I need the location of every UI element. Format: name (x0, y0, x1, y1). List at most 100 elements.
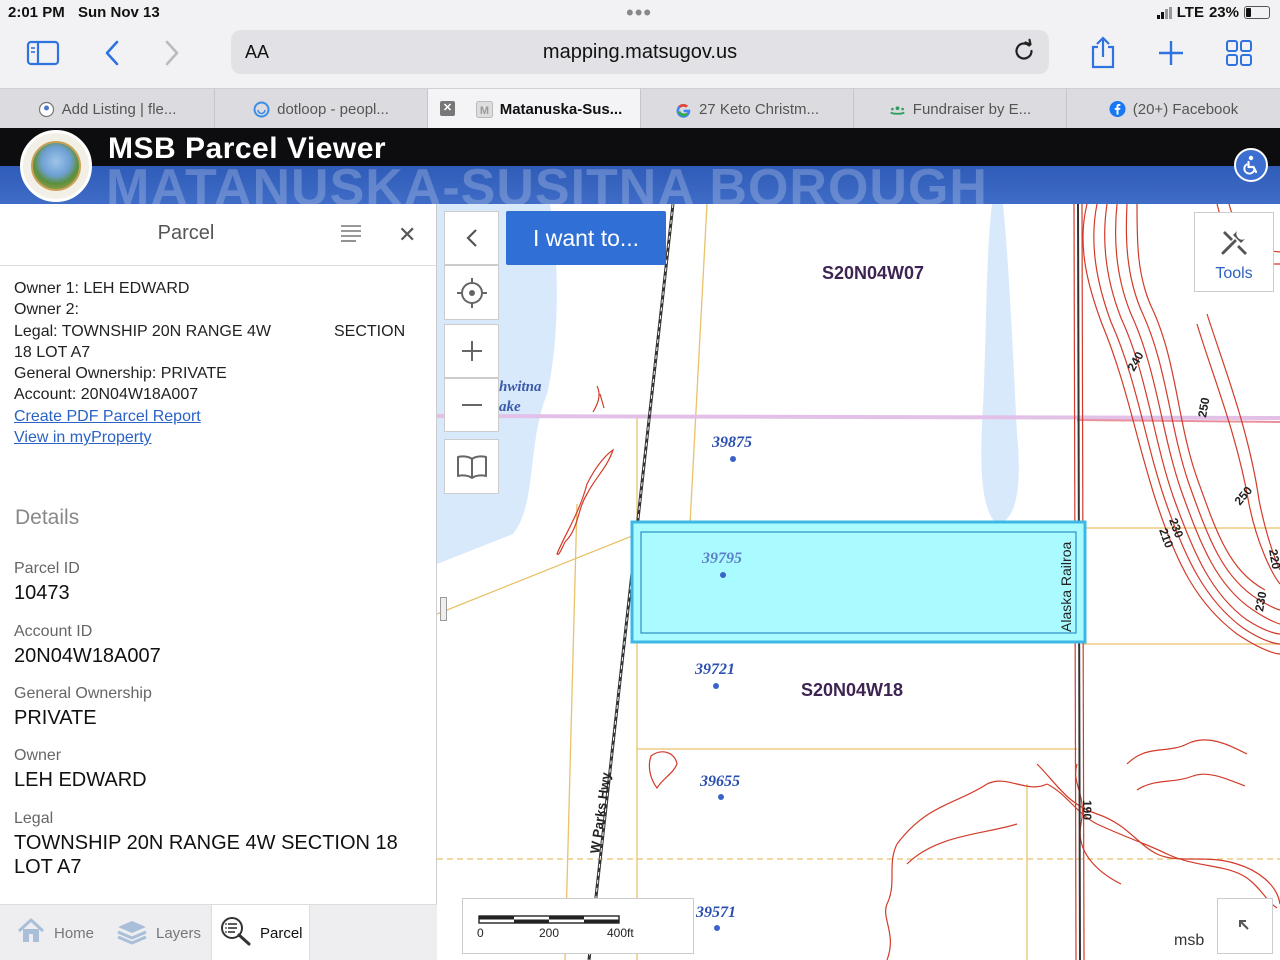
view-myproperty-link[interactable]: View in myProperty (14, 429, 152, 446)
locate-button[interactable] (444, 265, 499, 320)
nav-parcel[interactable]: Parcel (211, 905, 310, 960)
close-tab-icon[interactable]: ✕ (440, 101, 455, 116)
map-canvas[interactable]: 39875 39795 39721 39655 39571 hwitna ake… (437, 204, 1280, 960)
parcel-label[interactable]: 39875 (711, 434, 752, 451)
detail-label: Parcel ID (14, 560, 80, 577)
reload-icon[interactable] (1011, 38, 1037, 69)
collapse-panel-button[interactable] (444, 211, 499, 265)
url-text: mapping.matsugov.us (542, 41, 738, 63)
lake-east (981, 204, 1019, 524)
detail-value: 20N04W18A007 (14, 645, 161, 667)
overview-map-button[interactable] (1217, 898, 1273, 954)
i-want-to-button[interactable]: I want to... (506, 211, 666, 265)
battery-level (1246, 8, 1251, 17)
detail-legal: Legal TOWNSHIP 20N RANGE 4W SECTION 18 L… (14, 810, 414, 879)
expand-arrow-icon (1239, 920, 1249, 930)
detail-owner: Owner LEH EDWARD (14, 747, 147, 792)
railroad-label: Alaska Railroa (1058, 542, 1074, 632)
multitask-dots-icon[interactable]: ••• (626, 0, 652, 26)
panel-header: Parcel ✕ (0, 204, 436, 266)
svg-text:250: 250 (1195, 396, 1212, 418)
scale-graphic: 0 200 400ft (477, 915, 634, 940)
svg-text:220: 220 (1266, 548, 1280, 570)
tab-label: 27 Keto Christm... (698, 100, 820, 118)
selected-parcel[interactable] (630, 520, 1087, 644)
tab-strip: Add Listing | fle... dotloop - peopl... … (0, 88, 1280, 129)
tab-facebook[interactable]: (20+) Facebook (1067, 89, 1280, 129)
parcel-label[interactable]: 39721 (694, 661, 735, 678)
gofundme-icon (889, 101, 906, 118)
nav-label: Home (54, 924, 95, 942)
tools-button[interactable]: Tools (1194, 212, 1274, 292)
share-icon[interactable] (1089, 36, 1117, 70)
detail-label: Owner (14, 747, 62, 764)
legal-section-text: SECTION (334, 322, 406, 340)
account-line: Account: 20N04W18A007 (14, 386, 199, 404)
detail-account-id: Account ID 20N04W18A007 (14, 623, 161, 668)
tab-matanuska[interactable]: ✕ M Matanuska-Sus... (428, 89, 641, 129)
new-tab-icon[interactable] (1157, 36, 1185, 70)
status-right: LTE 23% (1156, 4, 1270, 21)
ownership-line: General Ownership: PRIVATE (14, 365, 227, 383)
parcel-search-icon (220, 916, 252, 950)
section-label: S20N04W07 (822, 263, 924, 283)
svg-text:250: 250 (1232, 483, 1256, 508)
parcel-label[interactable]: 39795 (701, 550, 742, 567)
parcel-label[interactable]: 39655 (699, 773, 740, 790)
create-pdf-report-link[interactable]: Create PDF Parcel Report (14, 408, 201, 425)
detail-label: Legal (14, 810, 54, 827)
scale-bar: 0 200 400ft (462, 898, 694, 954)
sidebar-toggle-icon[interactable] (26, 36, 60, 70)
signal-icon (1156, 6, 1172, 19)
tab-label: Add Listing | fle... (61, 100, 177, 118)
panel-close-icon[interactable]: ✕ (398, 222, 416, 248)
tab-label: (20+) Facebook (1132, 100, 1239, 118)
bottom-nav: Home Layers Parcel (0, 904, 437, 960)
status-date: Sun Nov 13 (78, 4, 160, 21)
panel-resize-handle[interactable] (440, 597, 447, 621)
pin-icon (38, 101, 55, 118)
detail-value: TOWNSHIP 20N RANGE 4W SECTION 18 LOT A7 (14, 832, 398, 878)
forward-icon[interactable] (160, 36, 184, 70)
screen: 2:01 PM Sun Nov 13 ••• LTE 23% AA mappin… (0, 0, 1280, 960)
bookmarks-button[interactable] (444, 439, 499, 494)
back-icon[interactable] (100, 36, 124, 70)
detail-value: 10473 (14, 582, 70, 604)
detail-label: General Ownership (14, 685, 152, 702)
network-label: LTE (1176, 4, 1204, 21)
accessibility-icon[interactable] (1234, 148, 1268, 182)
legal-line-2: 18 LOT A7 (14, 343, 91, 361)
tab-label: dotloop - peopl... (277, 100, 389, 118)
map-view[interactable]: 39875 39795 39721 39655 39571 hwitna ake… (437, 204, 1280, 960)
parcel-panel: Parcel ✕ Owner 1: LEH EDWARD Owner 2: Le… (0, 204, 437, 960)
panel-menu-icon[interactable] (340, 224, 362, 247)
tab-overview-icon[interactable] (1225, 36, 1253, 70)
app-header: MATANUSKA-SUSITNA BOROUGH MSB Parcel Vie… (0, 128, 1280, 204)
tab-keto[interactable]: 27 Keto Christm... (641, 89, 854, 129)
plus-icon (461, 341, 482, 361)
tab-add-listing[interactable]: Add Listing | fle... (0, 89, 215, 129)
road-label: W Parks Hwy (587, 771, 613, 855)
tab-dotloop[interactable]: dotloop - peopl... (215, 89, 428, 129)
dotloop-icon (253, 101, 270, 118)
facebook-icon (1109, 100, 1126, 118)
zoom-out-button[interactable] (444, 378, 499, 432)
scale-label: 200 (539, 926, 559, 940)
tab-label: Fundraiser by E... (912, 100, 1032, 118)
legal-line: Legal: TOWNSHIP 20N RANGE 4W SECTION (14, 321, 419, 342)
nav-home[interactable]: Home (16, 905, 94, 960)
owner1-line: Owner 1: LEH EDWARD (14, 280, 190, 297)
zoom-in-button[interactable] (444, 324, 499, 378)
parcel-label[interactable]: 39571 (695, 904, 736, 921)
address-bar[interactable]: AA mapping.matsugov.us (231, 30, 1049, 74)
lake-label: ake (499, 399, 521, 415)
m-favicon: M (475, 100, 493, 118)
home-icon (16, 917, 46, 949)
tab-label: Matanuska-Sus... (499, 100, 623, 118)
nav-label: Layers (156, 924, 202, 942)
tab-fundraiser[interactable]: Fundraiser by E... (854, 89, 1067, 129)
section-label: S20N04W18 (801, 680, 903, 700)
crosshair-icon (456, 277, 487, 308)
tools-label: Tools (1215, 265, 1253, 282)
nav-layers[interactable]: Layers (116, 905, 201, 960)
